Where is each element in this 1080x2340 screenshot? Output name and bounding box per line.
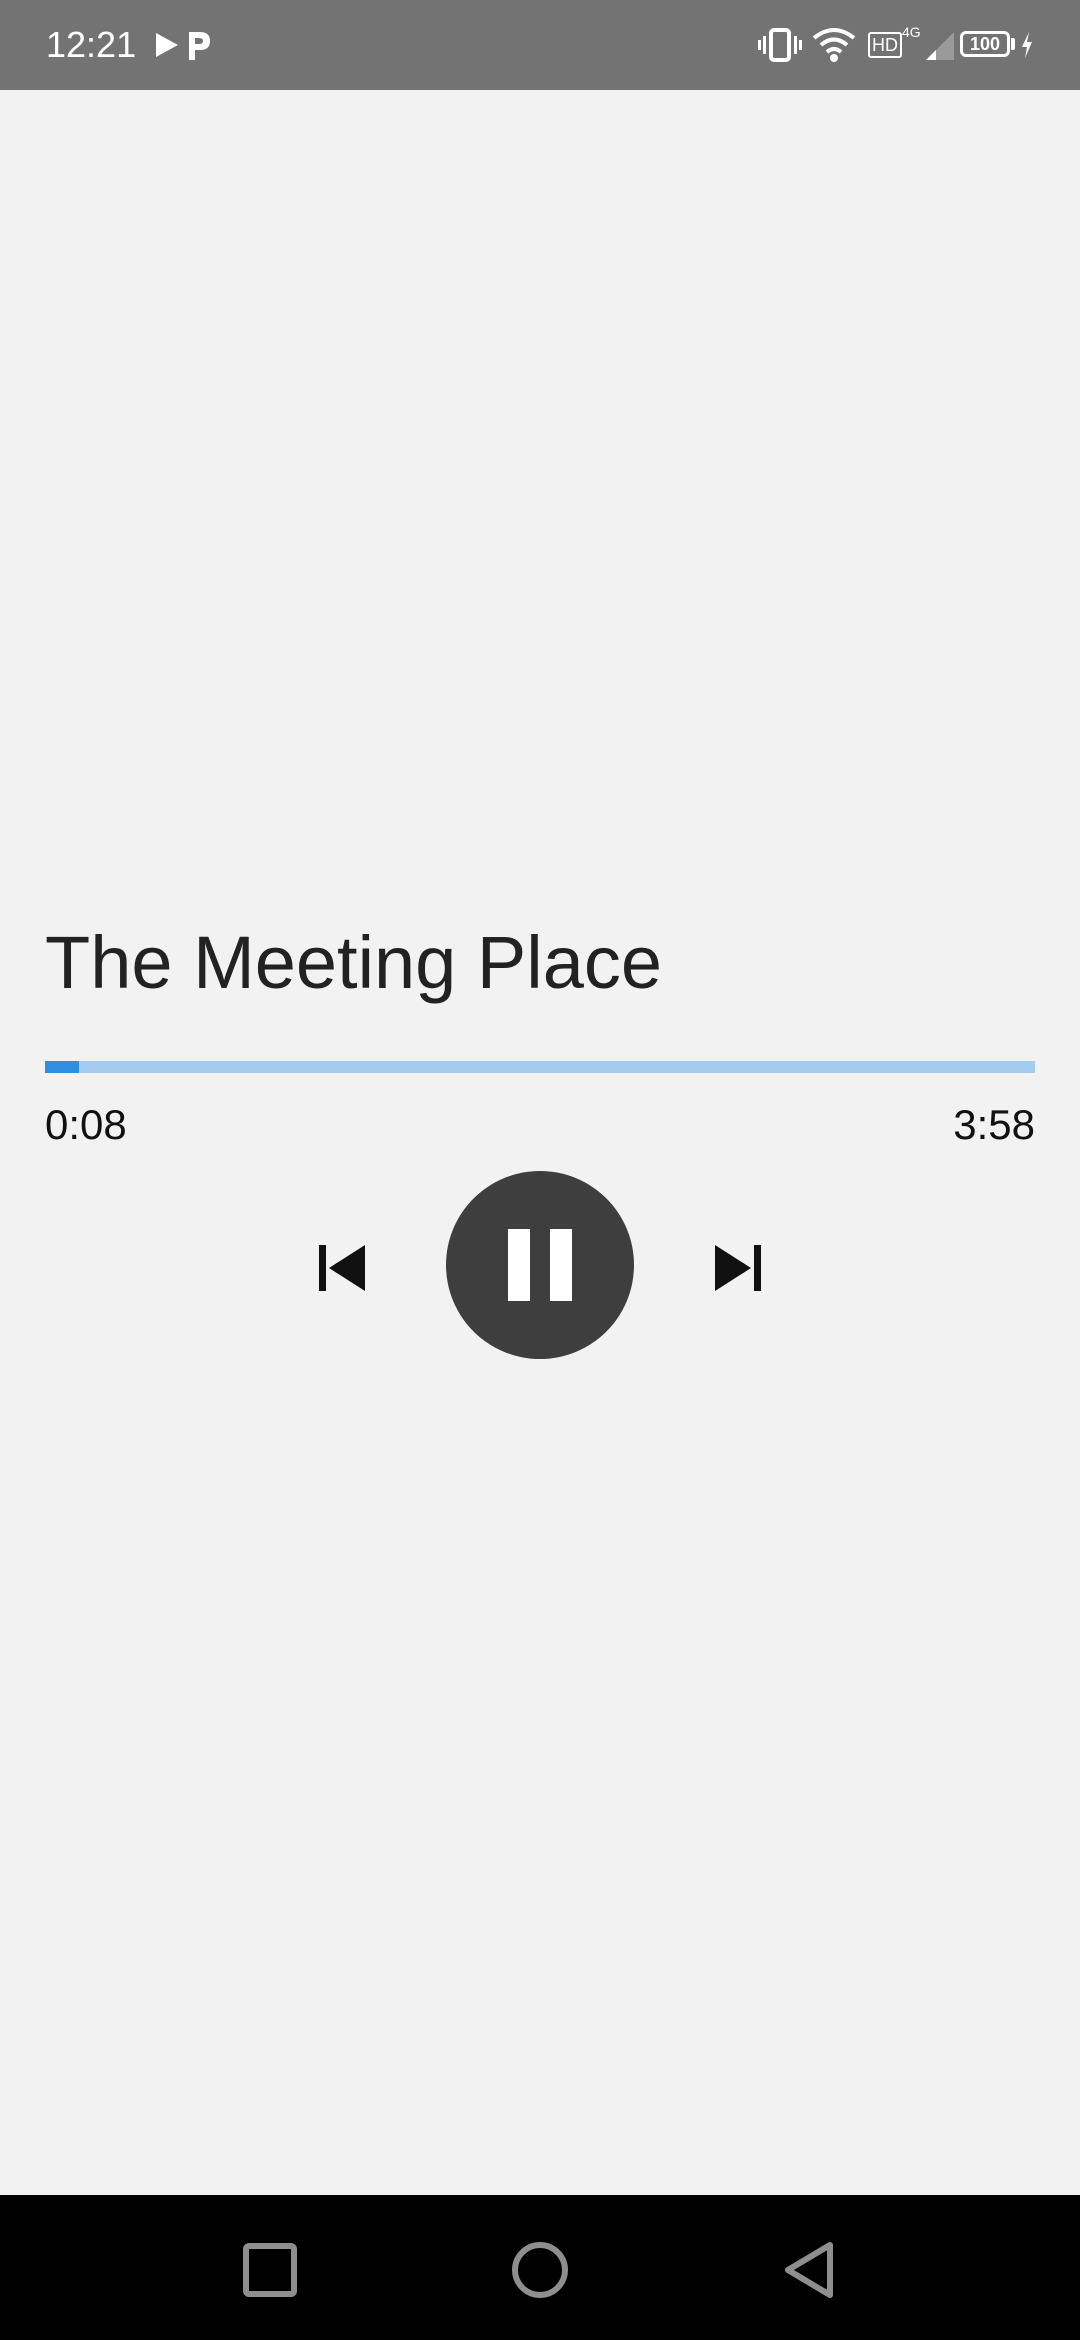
total-duration: 3:58 [953, 1101, 1035, 1148]
hd-label: HD [868, 32, 902, 58]
signal-icon [926, 32, 954, 60]
recents-button[interactable] [235, 2235, 305, 2305]
p-app-icon [189, 32, 210, 60]
recents-icon [243, 2243, 297, 2297]
status-bar: 12:21 HD 4G 100 [0, 0, 1080, 90]
battery-level: 100 [969, 34, 1001, 54]
hd-icon: HD 4G [868, 24, 924, 64]
track-title: The Meeting Place [45, 921, 663, 1004]
back-icon [785, 2242, 833, 2298]
home-icon [512, 2242, 568, 2298]
elapsed-time: 0:08 [45, 1101, 127, 1148]
wifi-icon [812, 28, 856, 62]
progress-fill [45, 1061, 79, 1073]
play-pause-button[interactable] [446, 1171, 634, 1359]
skip-previous-icon [319, 1245, 365, 1291]
progress-slider[interactable] [45, 1061, 1035, 1073]
play-icon [156, 33, 178, 57]
skip-next-icon [715, 1245, 761, 1291]
vibrate-icon [758, 28, 802, 62]
pause-icon [508, 1229, 572, 1301]
battery-icon: 100 [960, 26, 1022, 64]
status-time: 12:21 [46, 24, 137, 65]
network-type-label: 4G [902, 24, 921, 40]
charging-icon [1022, 32, 1032, 58]
home-button[interactable] [505, 2235, 575, 2305]
back-button[interactable] [775, 2235, 845, 2305]
next-track-button[interactable] [696, 1226, 780, 1310]
previous-track-button[interactable] [300, 1226, 384, 1310]
